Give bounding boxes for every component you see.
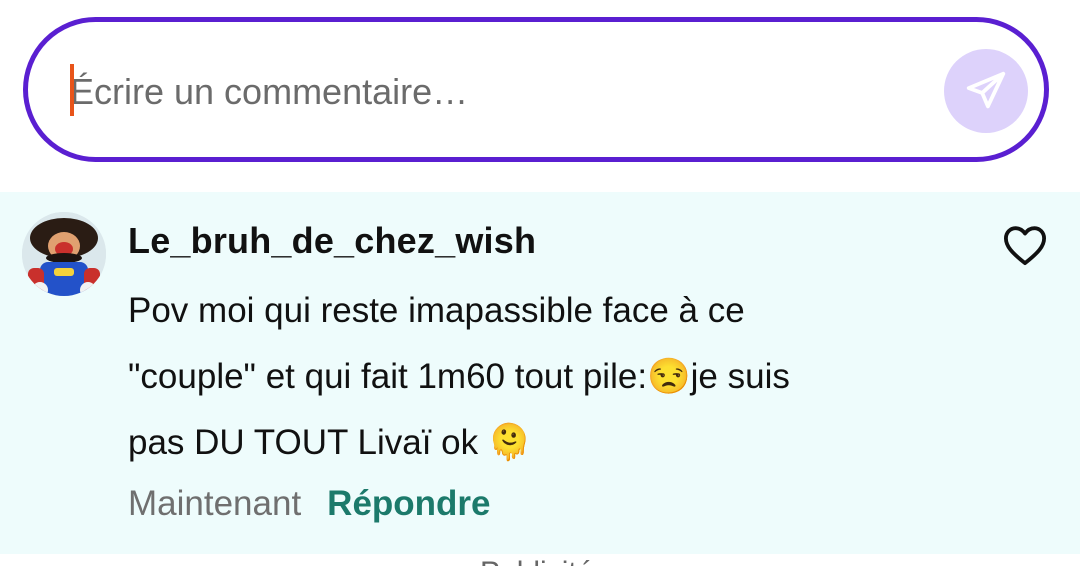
text-caret [70, 64, 74, 116]
comment-text-fragment: je suis [690, 357, 790, 396]
comment-line: pas DU TOUT Livaï ok 🫠 [128, 410, 948, 476]
reply-button[interactable]: Répondre [327, 484, 490, 524]
comment-meta: Maintenant Répondre [128, 484, 491, 524]
comment-composer [23, 17, 1049, 162]
comment-text-fragment: pas DU TOUT Livaï ok [128, 423, 488, 462]
comments-screen: Le_bruh_de_chez_wish Pov moi qui reste i… [0, 0, 1080, 566]
like-button[interactable] [1002, 224, 1048, 266]
comment-text: Pov moi qui reste imapassible face à ce … [128, 278, 948, 476]
comment-username[interactable]: Le_bruh_de_chez_wish [128, 220, 536, 262]
avatar-image [22, 212, 106, 296]
comment-item: Le_bruh_de_chez_wish Pov moi qui reste i… [0, 192, 1080, 554]
unamused-emoji: 😒 [647, 357, 691, 396]
paper-plane-icon [966, 71, 1006, 109]
melting-face-emoji: 🫠 [487, 423, 532, 462]
heart-outline-icon [1004, 226, 1046, 266]
send-button[interactable] [944, 49, 1028, 133]
comment-input[interactable] [70, 62, 930, 122]
comment-timestamp: Maintenant [128, 484, 302, 523]
comment-line: "couple" et qui fait 1m60 tout pile:😒je … [128, 344, 948, 410]
comment-line: Pov moi qui reste imapassible face à ce [128, 291, 745, 330]
avatar[interactable] [22, 212, 106, 296]
ad-label: Publicité [480, 553, 593, 566]
comment-text-fragment: "couple" et qui fait 1m60 tout pile: [128, 357, 648, 396]
